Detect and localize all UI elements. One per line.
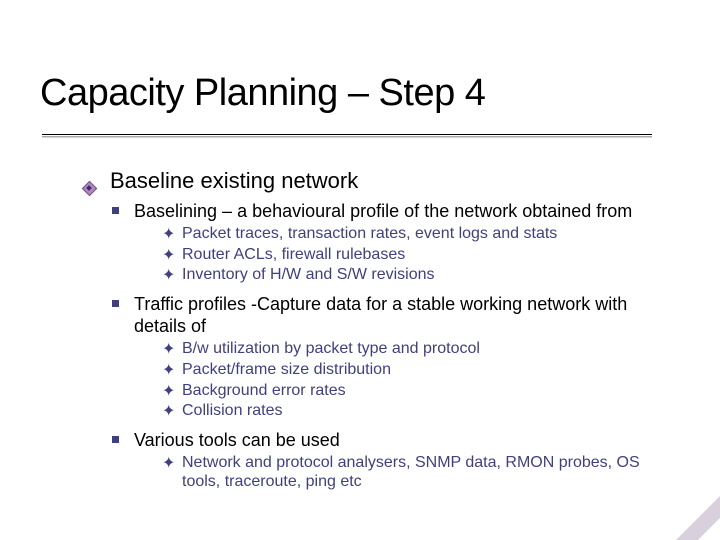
bullet-level1: Baseline existing network (82, 168, 682, 194)
square-icon (112, 207, 119, 214)
list-item: Various tools can be used ✦ Network and … (82, 429, 682, 492)
l2-text: Various tools can be used (134, 430, 340, 450)
slide: Capacity Planning – Step 4 Baseline exis… (0, 0, 720, 540)
l3-text: Router ACLs, firewall rulebases (182, 246, 405, 263)
square-icon (112, 300, 119, 307)
sparkle-icon: ✦ (162, 225, 175, 245)
list-item: Traffic profiles -Capture data for a sta… (82, 293, 682, 421)
bullet-level2: Various tools can be used (112, 429, 682, 451)
l3-text: Inventory of H/W and S/W revisions (182, 266, 435, 283)
l3-text: Background error rates (182, 382, 346, 399)
l3-text: B/w utilization by packet type and proto… (182, 340, 480, 357)
sparkle-icon: ✦ (162, 361, 175, 381)
sparkle-icon: ✦ (162, 266, 175, 286)
sparkle-icon: ✦ (162, 340, 175, 360)
bullet-level3: ✦ Collision rates (162, 401, 682, 421)
title-underline (42, 134, 652, 136)
l1-text: Baseline existing network (110, 168, 358, 193)
bullet-level3: ✦ Inventory of H/W and S/W revisions (162, 265, 682, 285)
l3-text: Packet/frame size distribution (182, 361, 391, 378)
list-item: Baselining – a behavioural profile of th… (82, 200, 682, 285)
l3-text: Packet traces, transaction rates, event … (182, 225, 557, 242)
diamond-icon (82, 174, 95, 200)
l2-text: Traffic profiles -Capture data for a sta… (134, 294, 627, 336)
bullet-level3: ✦ Network and protocol analysers, SNMP d… (162, 453, 682, 492)
slide-body: Baseline existing network Baselining – a… (82, 168, 682, 500)
sparkle-icon: ✦ (162, 402, 175, 422)
bullet-level3: ✦ Background error rates (162, 381, 682, 401)
bullet-level3: ✦ Router ACLs, firewall rulebases (162, 245, 682, 265)
bullet-level3: ✦ Packet traces, transaction rates, even… (162, 224, 682, 244)
l2-text: Baselining – a behavioural profile of th… (134, 201, 632, 221)
sparkle-icon: ✦ (162, 382, 175, 402)
l3-text: Network and protocol analysers, SNMP dat… (182, 454, 640, 491)
page-curl-icon (676, 496, 720, 540)
slide-title: Capacity Planning – Step 4 (40, 72, 485, 115)
bullet-level3: ✦ Packet/frame size distribution (162, 360, 682, 380)
bullet-level2: Baselining – a behavioural profile of th… (112, 200, 682, 222)
sparkle-icon: ✦ (162, 246, 175, 266)
l3-text: Collision rates (182, 402, 282, 419)
bullet-level3: ✦ B/w utilization by packet type and pro… (162, 339, 682, 359)
square-icon (112, 436, 119, 443)
sparkle-icon: ✦ (162, 454, 175, 474)
bullet-level2: Traffic profiles -Capture data for a sta… (112, 293, 682, 338)
